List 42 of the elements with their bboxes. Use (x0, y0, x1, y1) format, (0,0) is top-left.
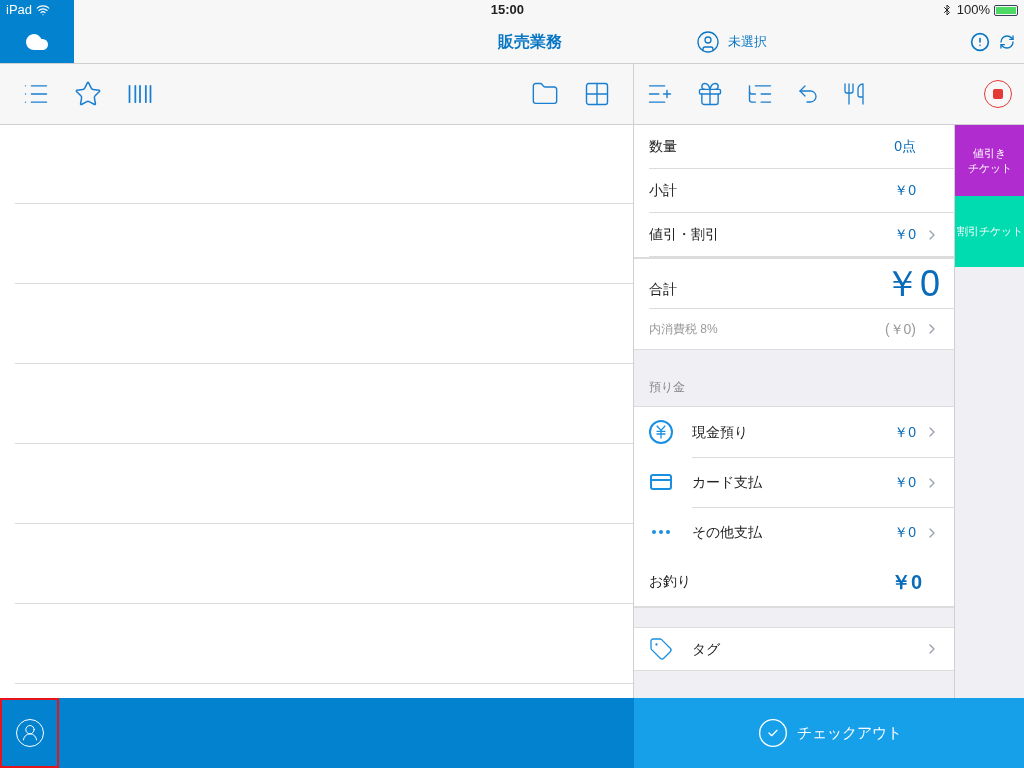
grid-icon[interactable] (583, 80, 611, 108)
tag-label[interactable]: タグ (692, 638, 720, 660)
tag-icon (649, 637, 673, 661)
battery-text: 100% (956, 1, 990, 20)
carrier-text: iPad (6, 1, 33, 20)
gift-icon[interactable] (696, 80, 724, 108)
change-label: お釣り (649, 572, 691, 591)
user-icon (696, 29, 720, 54)
payment-value: ￥0 (894, 473, 916, 492)
summary-label: 小計 (649, 181, 677, 200)
page-title: 販売業務 (497, 31, 563, 52)
payment-label[interactable]: 現金預り (692, 421, 748, 443)
summary-label: 数量 (649, 137, 677, 156)
more-icon (649, 528, 673, 536)
summary-label: 値引・割引 (649, 225, 719, 244)
payment-label[interactable]: その他支払 (692, 522, 762, 543)
refresh-icon[interactable] (999, 33, 1015, 50)
total-label: 合計 (649, 280, 677, 299)
total-value: ￥0 (883, 266, 940, 302)
payment-value: ￥0 (894, 523, 916, 542)
tax-label: 内消費税 8% (649, 321, 718, 338)
change-value: ￥0 (890, 569, 922, 595)
utensils-icon[interactable] (842, 82, 866, 106)
user-button[interactable] (0, 698, 59, 768)
clock-text: 15:00 (490, 1, 524, 20)
summary-value: 0点 (894, 137, 916, 156)
payment-label[interactable]: カード支払 (692, 472, 762, 493)
customer-button[interactable]: 未選択 (696, 29, 767, 54)
yen-coin-icon (649, 420, 673, 444)
alert-icon[interactable] (970, 31, 990, 52)
star-icon[interactable] (74, 80, 102, 108)
battery-icon (994, 4, 1018, 16)
ticket-button[interactable]: 値引き チケット (955, 125, 1024, 196)
tax-value: (￥0) (884, 319, 916, 339)
stop-icon (992, 88, 1004, 100)
wifi-icon (36, 3, 51, 17)
payment-value: ￥0 (894, 422, 916, 442)
app-logo[interactable] (0, 20, 74, 63)
check-circle-icon (756, 717, 789, 749)
summary-value: ￥0 (894, 181, 916, 200)
section-heading: 預り金 (649, 379, 685, 396)
summary-value: ￥0 (894, 225, 916, 244)
